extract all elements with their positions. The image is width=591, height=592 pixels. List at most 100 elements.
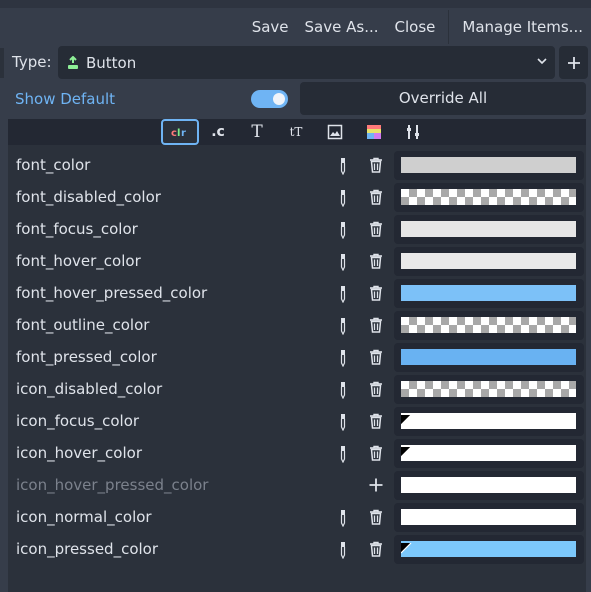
item-name: icon_focus_color [16, 412, 140, 430]
save-button[interactable]: Save [244, 12, 297, 42]
trash-icon[interactable] [368, 221, 384, 237]
color-picker-icon[interactable] [338, 509, 348, 528]
color-swatch-button[interactable] [394, 279, 584, 308]
color-swatch-button[interactable] [394, 183, 584, 212]
color-picker-icon[interactable] [338, 413, 348, 432]
item-name: font_outline_color [16, 316, 150, 334]
color-swatch [401, 253, 576, 269]
show-default-label[interactable]: Show Default [15, 90, 115, 108]
color-picker-icon[interactable] [338, 349, 348, 368]
type-label: Type: [12, 53, 52, 71]
list-item: icon_focus_color [8, 405, 586, 437]
trash-icon[interactable] [368, 189, 384, 205]
color-tab-icon: c l r [171, 128, 186, 139]
color-picker-icon[interactable] [338, 285, 348, 304]
trash-icon[interactable] [368, 509, 384, 525]
color-swatch-button[interactable] [394, 407, 584, 436]
tab-color[interactable]: c l r [161, 119, 199, 145]
color-swatch-button[interactable] [394, 343, 584, 372]
item-name: icon_disabled_color [16, 380, 163, 398]
item-type-tabs: c l r .c T tT [8, 119, 586, 145]
color-swatch [401, 317, 576, 333]
color-swatch-button[interactable] [394, 151, 584, 180]
color-picker-icon[interactable] [338, 541, 348, 560]
list-item: icon_hover_pressed_color [8, 469, 586, 501]
color-swatch-button[interactable] [394, 311, 584, 340]
list-item: font_outline_color [8, 309, 586, 341]
type-row: Type: Button [0, 46, 591, 80]
trash-icon[interactable] [368, 317, 384, 333]
color-swatch-button[interactable] [394, 471, 584, 500]
item-name: font_focus_color [16, 220, 138, 238]
default-row: Show Default Override All [0, 82, 591, 116]
color-swatch-button[interactable] [394, 215, 584, 244]
toggle-knob [273, 93, 285, 105]
color-picker-icon[interactable] [338, 381, 348, 400]
theme-items-panel: c l r .c T tT font_color font_disabled_c… [8, 119, 586, 592]
type-select[interactable]: Button [58, 46, 555, 79]
color-swatch [400, 541, 576, 557]
list-item: font_color [8, 149, 586, 181]
color-picker-icon[interactable] [338, 221, 348, 240]
color-swatch [401, 157, 576, 173]
list-item: icon_hover_color [8, 437, 586, 469]
tab-icon[interactable] [316, 119, 354, 145]
trash-icon[interactable] [368, 445, 384, 461]
override-all-button[interactable]: Override All [300, 82, 586, 115]
menu-separator [448, 10, 450, 44]
tab-type-variation[interactable] [394, 119, 432, 145]
color-swatch [401, 349, 576, 365]
add-type-button[interactable] [559, 46, 588, 79]
plus-icon [567, 56, 580, 69]
list-item: font_pressed_color [8, 341, 586, 373]
show-default-toggle[interactable] [251, 90, 288, 108]
trash-icon[interactable] [368, 413, 384, 429]
color-swatch [401, 221, 576, 237]
color-picker-icon[interactable] [338, 445, 348, 464]
close-button[interactable]: Close [387, 12, 444, 42]
color-swatch-button[interactable] [394, 503, 584, 532]
list-item: icon_pressed_color [8, 533, 586, 565]
manage-items-button[interactable]: Manage Items... [454, 12, 591, 42]
tab-stylebox[interactable] [355, 119, 393, 145]
button-node-icon [68, 55, 78, 69]
color-picker-icon[interactable] [338, 157, 348, 176]
item-name: icon_hover_color [16, 444, 142, 462]
color-swatch-button[interactable] [394, 439, 584, 468]
tools-icon [407, 125, 419, 139]
item-name: font_hover_pressed_color [16, 284, 208, 302]
trash-icon[interactable] [368, 349, 384, 365]
color-swatch-button[interactable] [394, 375, 584, 404]
tab-constant[interactable]: .c [199, 119, 237, 145]
list-item: font_hover_color [8, 245, 586, 277]
item-name: icon_pressed_color [16, 540, 159, 558]
tab-font-size[interactable]: tT [277, 119, 315, 145]
item-name: font_disabled_color [16, 188, 161, 206]
item-name: font_color [16, 156, 91, 174]
item-name: font_pressed_color [16, 348, 157, 366]
trash-icon[interactable] [368, 253, 384, 269]
color-swatch [401, 509, 576, 525]
color-picker-icon[interactable] [338, 253, 348, 272]
list-item: font_focus_color [8, 213, 586, 245]
color-item-list: font_color font_disabled_color font_focus_… [8, 149, 586, 565]
chevron-down-icon [537, 58, 547, 65]
color-picker-icon[interactable] [338, 317, 348, 336]
trash-icon[interactable] [368, 541, 384, 557]
trash-icon[interactable] [368, 157, 384, 173]
trash-icon[interactable] [368, 381, 384, 397]
font-size-tab-icon: tT [289, 125, 303, 139]
tab-font[interactable]: T [238, 119, 276, 145]
trash-icon[interactable] [368, 285, 384, 301]
item-name: font_hover_color [16, 252, 141, 270]
left-edge [0, 48, 4, 78]
save-as-button[interactable]: Save As... [297, 12, 387, 42]
color-picker-icon[interactable] [338, 189, 348, 208]
add-override-icon[interactable] [368, 477, 384, 493]
color-tab-letter-r: r [181, 128, 186, 139]
color-swatch [401, 477, 576, 493]
top-strip [0, 0, 591, 8]
color-swatch-button[interactable] [394, 535, 584, 564]
color-swatch [400, 445, 576, 461]
color-swatch-button[interactable] [394, 247, 584, 276]
